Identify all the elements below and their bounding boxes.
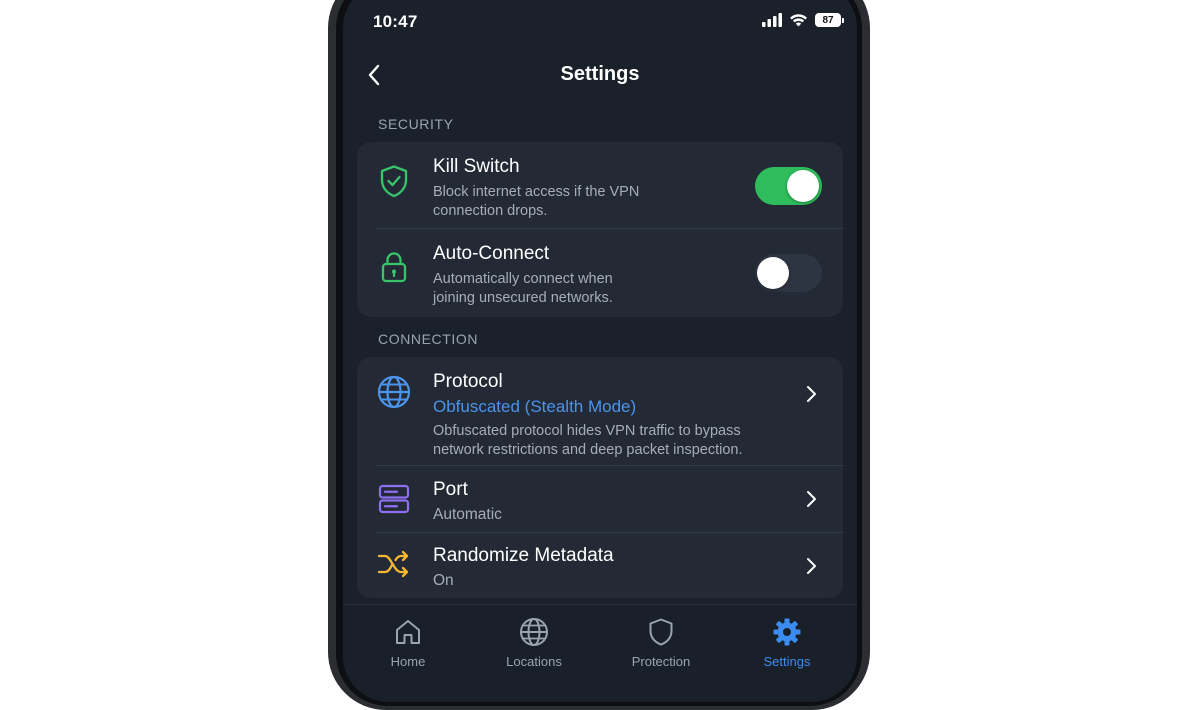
chevron-right-icon — [807, 491, 816, 507]
auto-connect-description-line2: joining unsecured networks. — [433, 290, 613, 306]
tab-locations[interactable]: Locations — [470, 605, 598, 685]
cellular-signal-icon — [762, 13, 782, 27]
phone-screen: 10:47 87 Settings SECURITY Kill Switch B… — [343, 0, 857, 702]
section-label-security: SECURITY — [378, 116, 454, 132]
tab-locations-label: Locations — [506, 654, 562, 669]
randomize-metadata-title: Randomize Metadata — [433, 545, 614, 566]
wifi-icon — [790, 14, 807, 27]
kill-switch-description-line1: Block internet access if the VPN — [433, 184, 640, 200]
protocol-value: Obfuscated (Stealth Mode) — [433, 397, 637, 416]
tab-protection-label: Protection — [631, 654, 691, 669]
page-title: Settings — [560, 63, 640, 85]
home-icon — [396, 620, 420, 644]
tab-settings-label: Settings — [763, 654, 811, 669]
gear-icon — [773, 618, 801, 646]
kill-switch-title: Kill Switch — [433, 156, 520, 177]
security-card: Kill Switch Block internet access if the… — [357, 142, 843, 317]
kill-switch-description-line2: connection drops. — [433, 203, 548, 219]
randomize-metadata-row[interactable]: Randomize Metadata On — [357, 533, 843, 598]
chevron-right-icon — [807, 558, 816, 574]
kill-switch-toggle[interactable] — [755, 167, 822, 205]
port-row[interactable]: Port Automatic — [357, 466, 843, 532]
auto-connect-title: Auto-Connect — [433, 243, 550, 264]
kill-switch-row: Kill Switch Block internet access if the… — [357, 142, 843, 229]
tab-protection[interactable]: Protection — [597, 605, 725, 685]
globe-icon — [520, 618, 548, 646]
tab-home[interactable]: Home — [344, 605, 472, 685]
shield-check-icon — [377, 164, 411, 198]
port-title: Port — [433, 479, 468, 500]
shuffle-icon — [377, 547, 411, 581]
lock-icon — [377, 250, 411, 284]
port-value: Automatic — [433, 506, 502, 523]
toggle-knob — [757, 257, 789, 289]
protocol-description-line2: network restrictions and deep packet ins… — [433, 442, 743, 458]
protocol-row[interactable]: Protocol Obfuscated (Stealth Mode) Obfus… — [357, 357, 843, 465]
toggle-knob — [787, 170, 819, 202]
tab-home-label: Home — [390, 654, 426, 669]
tab-settings[interactable]: Settings — [723, 605, 851, 685]
globe-icon — [377, 375, 411, 409]
chevron-right-icon — [807, 386, 816, 402]
status-icons: 87 — [762, 13, 844, 27]
server-icon — [377, 482, 411, 516]
protocol-description-line1: Obfuscated protocol hides VPN traffic to… — [433, 423, 741, 439]
shield-icon — [649, 618, 673, 646]
connection-card: Protocol Obfuscated (Stealth Mode) Obfus… — [357, 357, 843, 598]
status-time: 10:47 — [373, 12, 418, 31]
auto-connect-row: Auto-Connect Automatically connect when … — [357, 229, 843, 317]
protocol-title: Protocol — [433, 371, 503, 392]
auto-connect-description-line1: Automatically connect when — [433, 271, 613, 287]
auto-connect-toggle[interactable] — [755, 254, 822, 292]
battery-indicator: 87 — [815, 13, 844, 27]
tab-bar: Home Locations Protection Settings — [343, 604, 857, 702]
section-label-connection: CONNECTION — [378, 331, 479, 347]
randomize-metadata-value: On — [433, 572, 454, 589]
